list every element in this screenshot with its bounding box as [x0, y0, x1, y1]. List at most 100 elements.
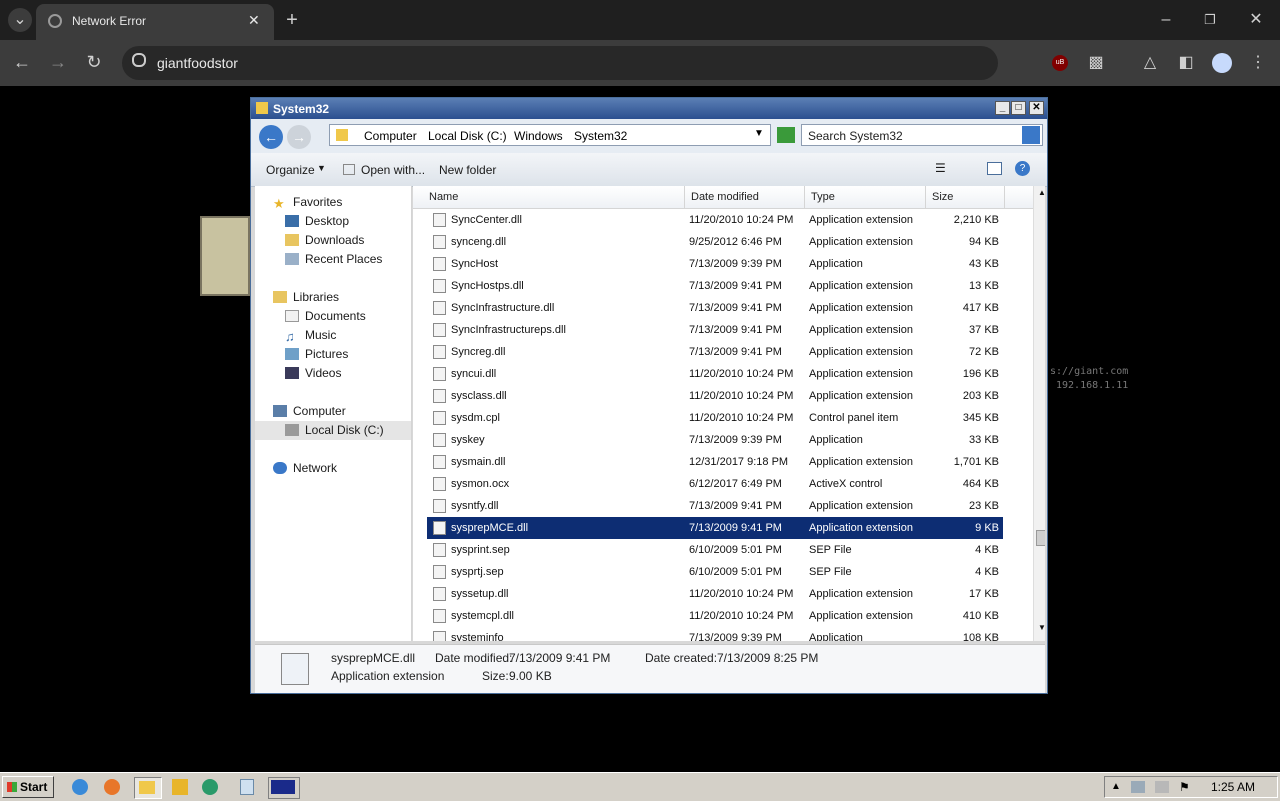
start-button[interactable]: Start	[2, 776, 54, 798]
table-row[interactable]: syncui.dll 11/20/2010 10:24 PM Application…	[427, 363, 1003, 385]
close-tab-icon[interactable]: ✕	[248, 12, 260, 29]
search-icon[interactable]	[1022, 126, 1040, 144]
nav-music[interactable]: ♫ Music	[285, 326, 336, 345]
reload-icon[interactable]: ↻	[82, 50, 106, 74]
ublock-extension-icon[interactable]: uB	[1052, 55, 1068, 71]
maximize-button[interactable]: □	[1011, 101, 1026, 115]
vertical-scrollbar[interactable]: ▲ ▼	[1033, 186, 1045, 641]
window-title-bar[interactable]: System32 _ □ ✕	[251, 98, 1047, 119]
ie-icon[interactable]	[70, 777, 92, 797]
nav-recent-places[interactable]: Recent Places	[285, 250, 382, 269]
organize-button[interactable]: Organize	[266, 163, 315, 177]
nav-desktop[interactable]: Desktop	[285, 212, 349, 231]
volume-muted-icon[interactable]	[1155, 781, 1169, 793]
profile-avatar[interactable]	[1212, 53, 1232, 73]
media-player-icon[interactable]	[170, 777, 192, 797]
folder-icon	[336, 129, 348, 141]
open-with-button[interactable]: Open with...	[361, 163, 425, 177]
back-arrow-icon[interactable]: ←	[10, 50, 34, 74]
table-row[interactable]: sysprtj.sep 6/10/2009 5:01 PM SEP File 4 KB	[427, 561, 1003, 583]
labs-flask-icon[interactable]: △	[1138, 51, 1162, 75]
action-center-flag-icon[interactable]: ⚑	[1179, 777, 1190, 797]
app-green-icon[interactable]	[200, 777, 222, 797]
menu-dots-icon[interactable]: ⋮	[1246, 51, 1270, 75]
nav-downloads[interactable]: Downloads	[285, 231, 364, 250]
scroll-down-icon[interactable]: ▼	[1036, 623, 1045, 635]
minimize-button[interactable]: _	[995, 101, 1010, 115]
minimize-icon[interactable]: –	[1154, 8, 1178, 32]
breadcrumb-local-disk[interactable]: Local Disk (C:)	[428, 129, 507, 143]
table-row[interactable]: synceng.dll 9/25/2012 6:46 PM Application …	[427, 231, 1003, 253]
preview-pane-icon[interactable]	[987, 162, 1002, 175]
breadcrumb[interactable]: Computer Local Disk (C:) Windows System3…	[329, 124, 771, 146]
nav-network[interactable]: Network	[273, 459, 337, 478]
forward-button-icon[interactable]: →	[287, 125, 311, 149]
tray-expand-icon[interactable]: ▲	[1111, 777, 1121, 797]
cell-size: 345 KB	[962, 412, 999, 424]
navigation-pane: ★ Favorites Desktop Downloads Recent Plac…	[255, 186, 412, 641]
table-row[interactable]: SyncHostps.dll 7/13/2009 9:41 PM Applicati…	[427, 275, 1003, 297]
table-row[interactable]: SyncInfrastructureps.dll 7/13/2009 9:41 P…	[427, 319, 1003, 341]
table-row[interactable]: systeminfo 7/13/2009 9:39 PM Application 10…	[427, 627, 1003, 641]
browser-tab[interactable]: Network Error ✕	[36, 4, 274, 40]
table-row[interactable]: SyncHost 7/13/2009 9:39 PM Application 43 K…	[427, 253, 1003, 275]
nav-videos[interactable]: Videos	[285, 364, 341, 383]
new-folder-button[interactable]: New folder	[439, 163, 496, 177]
table-row[interactable]: syskey 7/13/2009 9:39 PM Application 33 KB	[427, 429, 1003, 451]
nav-local-disk[interactable]: Local Disk (C:)	[255, 421, 411, 440]
cell-type: Application extension	[809, 500, 913, 512]
restore-icon[interactable]: ❐	[1198, 8, 1222, 32]
table-row[interactable]: sysmon.ocx 6/12/2017 6:49 PM ActiveX contr…	[427, 473, 1003, 495]
explorer-taskbar-icon[interactable]	[134, 777, 162, 799]
side-panel-icon[interactable]: ◧	[1174, 51, 1198, 75]
notepad-icon[interactable]	[236, 777, 258, 797]
table-row[interactable]: sysdm.cpl 11/20/2010 10:24 PM Control pane…	[427, 407, 1003, 429]
table-row[interactable]: sysprint.sep 6/10/2009 5:01 PM SEP File 4 K…	[427, 539, 1003, 561]
nav-pictures[interactable]: Pictures	[285, 345, 348, 364]
table-row[interactable]: syssetup.dll 11/20/2010 10:24 PM Applicati…	[427, 583, 1003, 605]
table-row[interactable]: sysclass.dll 11/20/2010 10:24 PM Applicati…	[427, 385, 1003, 407]
table-row[interactable]: SyncCenter.dll 11/20/2010 10:24 PM Applica…	[427, 209, 1003, 231]
cell-name: SyncHostps.dll	[451, 280, 524, 292]
nav-computer[interactable]: Computer	[273, 402, 346, 421]
forward-arrow-icon[interactable]: →	[46, 50, 70, 74]
firefox-icon[interactable]	[102, 777, 124, 797]
details-size-value: 9.00 KB	[509, 669, 552, 683]
close-button[interactable]: ✕	[1029, 101, 1044, 115]
search-input[interactable]: Search System32	[801, 124, 1043, 146]
extensions-puzzle-icon[interactable]: ▩	[1084, 51, 1108, 75]
nav-documents[interactable]: Documents	[285, 307, 366, 326]
view-options-icon[interactable]: ☰	[935, 161, 946, 175]
scroll-up-icon[interactable]: ▲	[1036, 188, 1045, 200]
breadcrumb-computer[interactable]: Computer	[364, 129, 417, 143]
clock[interactable]: 1:25 AM	[1211, 777, 1255, 797]
new-tab-icon[interactable]: +	[280, 8, 304, 32]
nav-libraries[interactable]: Libraries	[273, 288, 339, 307]
cmd-icon[interactable]	[268, 777, 300, 799]
address-dropdown-icon[interactable]: ▼	[754, 128, 764, 139]
column-header-type[interactable]: Type	[805, 186, 926, 208]
help-icon[interactable]: ?	[1015, 161, 1030, 176]
table-row[interactable]: Syncreg.dll 7/13/2009 9:41 PM Application …	[427, 341, 1003, 363]
breadcrumb-windows[interactable]: Windows	[514, 129, 563, 143]
close-window-icon[interactable]: ✕	[1244, 8, 1268, 32]
column-header-date[interactable]: Date modified	[685, 186, 805, 208]
table-row[interactable]: SyncInfrastructure.dll 7/13/2009 9:41 PM A…	[427, 297, 1003, 319]
table-row[interactable]: systemcpl.dll 11/20/2010 10:24 PM Applicat…	[427, 605, 1003, 627]
refresh-icon[interactable]	[777, 127, 795, 143]
breadcrumb-system32[interactable]: System32	[574, 129, 627, 143]
nav-favorites[interactable]: ★ Favorites	[273, 193, 342, 212]
nav-label: Desktop	[305, 214, 350, 228]
cell-type: Application	[809, 258, 863, 270]
network-tray-icon[interactable]	[1131, 781, 1145, 793]
scroll-thumb[interactable]	[1036, 530, 1045, 546]
table-row[interactable]: sysprepMCE.dll 7/13/2009 9:41 PM Applicati…	[427, 517, 1003, 539]
table-row[interactable]: sysmain.dll 12/31/2017 9:18 PM Application…	[427, 451, 1003, 473]
tab-search-chevron-icon[interactable]: ⌄	[8, 8, 32, 32]
back-button-icon[interactable]: ←	[259, 125, 283, 149]
address-bar[interactable]: giantfoodstor	[122, 46, 998, 80]
table-row[interactable]: sysntfy.dll 7/13/2009 9:41 PM Application …	[427, 495, 1003, 517]
column-header-size[interactable]: Size	[926, 186, 1005, 208]
cell-size: 94 KB	[969, 236, 999, 248]
column-header-name[interactable]: Name	[423, 186, 685, 208]
